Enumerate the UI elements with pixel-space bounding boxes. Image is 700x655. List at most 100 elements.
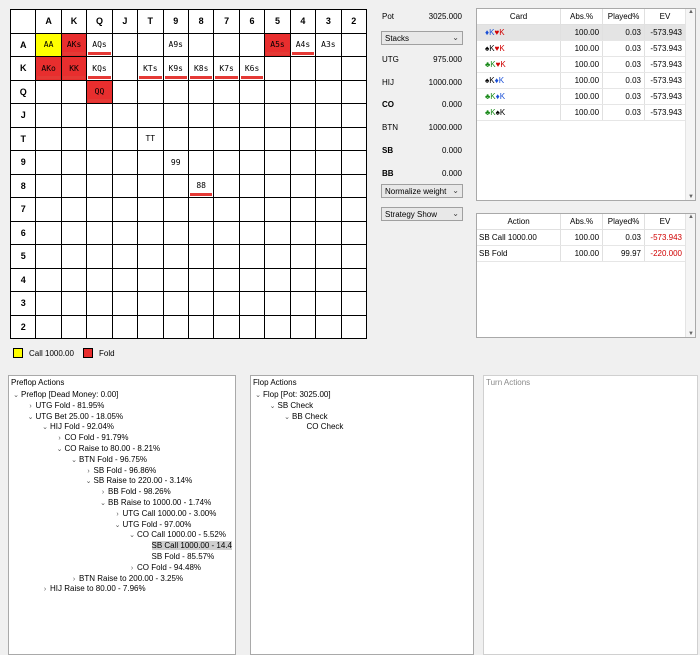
hand-cell[interactable] xyxy=(137,79,164,104)
tree-node[interactable]: ⌄ BB Raise to 1000.00 - 1.74% xyxy=(98,498,211,507)
hand-cell[interactable] xyxy=(162,103,189,128)
expand-icon[interactable]: › xyxy=(98,489,108,496)
expand-icon[interactable]: › xyxy=(127,565,137,572)
tree-node[interactable]: ⌄ BB Check xyxy=(282,412,328,421)
hand-cell[interactable] xyxy=(60,314,88,339)
hand-cell[interactable] xyxy=(315,220,342,245)
hand-cell[interactable] xyxy=(264,150,291,175)
hand-cell[interactable] xyxy=(111,126,139,151)
hand-cell[interactable] xyxy=(35,291,62,316)
collapse-icon[interactable]: ⌄ xyxy=(69,456,79,464)
hand-cell[interactable] xyxy=(187,244,215,269)
hand-cell[interactable] xyxy=(60,103,88,128)
scroll-up-icon[interactable]: ▲ xyxy=(686,214,696,220)
hand-cell[interactable] xyxy=(60,244,88,269)
hand-cell[interactable] xyxy=(340,173,368,198)
expand-icon[interactable]: › xyxy=(40,586,50,593)
hand-cell[interactable]: K8s xyxy=(187,56,215,81)
hand-cell[interactable] xyxy=(111,220,139,245)
hand-cell[interactable] xyxy=(35,79,62,104)
tree-node[interactable]: ⌄ SB Raise to 220.00 - 3.14% xyxy=(84,476,193,485)
col-played[interactable]: Played% xyxy=(602,214,645,230)
hand-cell[interactable] xyxy=(264,103,291,128)
hand-cell[interactable] xyxy=(213,126,240,151)
card-row[interactable]: ♣K♥K 100.00 0.03 -573.943 xyxy=(477,56,686,73)
hand-cell[interactable] xyxy=(264,56,291,81)
hand-cell[interactable] xyxy=(213,197,240,222)
hand-cell[interactable] xyxy=(86,197,113,222)
hand-cell[interactable] xyxy=(315,56,342,81)
collapse-icon[interactable]: ⌄ xyxy=(11,391,21,399)
collapse-icon[interactable]: ⌄ xyxy=(113,521,123,529)
tree-node[interactable]: ⌄ CO Raise to 80.00 - 8.21% xyxy=(55,444,161,453)
hand-cell[interactable] xyxy=(238,103,266,128)
hand-cell[interactable] xyxy=(238,291,266,316)
col-ev[interactable]: EV xyxy=(644,9,686,25)
hand-cell[interactable] xyxy=(340,267,368,292)
hand-cell[interactable] xyxy=(315,197,342,222)
hand-cell[interactable] xyxy=(289,314,317,339)
collapse-icon[interactable]: ⌄ xyxy=(98,499,108,507)
tree-node[interactable]: CO Check xyxy=(297,422,344,431)
action-row[interactable]: SB Call 1000.00 100.00 0.03 -573.943 xyxy=(477,229,686,246)
hand-cell[interactable] xyxy=(137,103,164,128)
hand-cell[interactable] xyxy=(111,173,139,198)
hand-cell[interactable] xyxy=(187,267,215,292)
card-row[interactable]: ♠K♦K 100.00 0.03 -573.943 xyxy=(477,72,686,89)
hand-cell[interactable] xyxy=(162,220,189,245)
hand-cell[interactable] xyxy=(187,197,215,222)
hand-cell[interactable] xyxy=(111,314,139,339)
hand-cell[interactable] xyxy=(162,79,189,104)
hand-cell[interactable] xyxy=(35,103,62,128)
hand-cell[interactable] xyxy=(162,126,189,151)
card-row[interactable]: ♠K♥K 100.00 0.03 -573.943 xyxy=(477,40,686,57)
hand-cell[interactable]: A4s xyxy=(289,32,317,57)
hand-cell[interactable] xyxy=(187,291,215,316)
scroll-down-icon[interactable]: ▼ xyxy=(686,194,696,200)
hand-cell[interactable] xyxy=(111,267,139,292)
hand-cell[interactable] xyxy=(264,197,291,222)
hand-cell[interactable] xyxy=(162,267,189,292)
hand-cell[interactable] xyxy=(187,79,215,104)
hand-cell[interactable] xyxy=(289,126,317,151)
hand-cell[interactable]: A3s xyxy=(315,32,342,57)
hand-cell[interactable] xyxy=(111,56,139,81)
scroll-down-icon[interactable]: ▼ xyxy=(686,331,696,337)
tree-node[interactable]: › CO Fold - 91.79% xyxy=(55,433,128,442)
tree-node[interactable]: › BB Fold - 98.26% xyxy=(98,487,171,496)
hand-cell[interactable] xyxy=(86,150,113,175)
hand-cell[interactable] xyxy=(213,32,240,57)
hand-cell[interactable] xyxy=(213,244,240,269)
hand-cell[interactable] xyxy=(264,173,291,198)
hand-cell[interactable] xyxy=(162,197,189,222)
hand-cell[interactable] xyxy=(86,173,113,198)
hand-cell[interactable] xyxy=(187,220,215,245)
hand-cell[interactable] xyxy=(187,103,215,128)
tree-node[interactable]: ⌄ CO Call 1000.00 - 5.52% xyxy=(127,530,226,539)
hand-cell[interactable] xyxy=(60,79,88,104)
hand-cell[interactable] xyxy=(289,103,317,128)
col-ev[interactable]: EV xyxy=(644,214,686,230)
hand-cell[interactable] xyxy=(35,126,62,151)
hand-cell[interactable] xyxy=(213,291,240,316)
col-card[interactable]: Card xyxy=(477,9,562,25)
hand-cell[interactable] xyxy=(213,267,240,292)
hand-cell[interactable] xyxy=(86,244,113,269)
hand-cell[interactable]: KQs xyxy=(86,56,113,81)
card-row[interactable]: ♦K♥K 100.00 0.03 -573.943 xyxy=(477,24,686,41)
hand-cell[interactable] xyxy=(238,314,266,339)
hand-cell[interactable] xyxy=(315,126,342,151)
hand-cell[interactable] xyxy=(86,267,113,292)
card-row[interactable]: ♣K♠K 100.00 0.03 -573.943 xyxy=(477,104,686,121)
hand-cell[interactable]: 99 xyxy=(162,150,189,175)
hand-cell[interactable] xyxy=(340,79,368,104)
hand-cell[interactable] xyxy=(35,314,62,339)
hand-cell[interactable] xyxy=(187,150,215,175)
hand-cell[interactable] xyxy=(137,267,164,292)
hand-cell[interactable] xyxy=(111,103,139,128)
hand-cell[interactable] xyxy=(315,314,342,339)
stacks-select[interactable]: Stacks ⌄ xyxy=(381,31,463,45)
hand-cell[interactable] xyxy=(315,103,342,128)
collapse-icon[interactable]: ⌄ xyxy=(268,402,278,410)
expand-icon[interactable]: › xyxy=(26,403,36,410)
